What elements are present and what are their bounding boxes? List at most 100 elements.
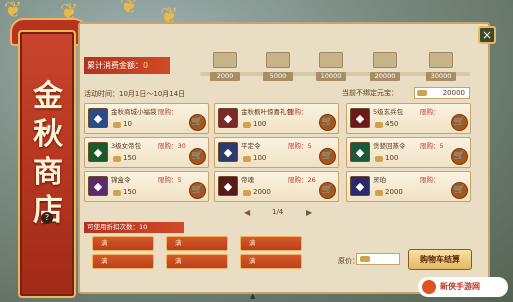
next-page-button[interactable]: ▶ xyxy=(306,208,312,217)
milestone-value: 20000 xyxy=(370,72,400,81)
shop-item[interactable]: ◆ 5级玄兵包 限购： 450 🛒 xyxy=(346,103,471,134)
help-icon[interactable]: ? xyxy=(41,212,53,224)
discount-label: 满 xyxy=(249,257,256,265)
cart-icon[interactable]: 🛒 xyxy=(319,182,336,199)
ingot-icon xyxy=(113,156,121,162)
item-limit: 限购：5 xyxy=(288,142,312,150)
shop-item[interactable]: ◆ 帝魂 限购：26 2000 🛒 xyxy=(214,171,339,202)
item-icon: ◆ xyxy=(218,108,238,128)
ingot-icon xyxy=(417,90,427,96)
item-limit: 限购：30 xyxy=(158,142,186,150)
item-price: 2000 xyxy=(385,188,403,196)
site-logo-icon xyxy=(422,280,436,294)
ingot-icon xyxy=(243,190,251,196)
shop-item[interactable]: ◆ 贪婪回蒸令 限购：5 100 🛒 xyxy=(346,137,471,168)
item-limit: 限购： xyxy=(158,108,178,116)
item-limit: 限购： xyxy=(420,108,440,116)
discount-label: 满 xyxy=(249,239,256,247)
item-icon: ◆ xyxy=(218,176,238,196)
shop-item[interactable]: ◆ 金秋枫叶惊喜礼包 限购： 100 🛒 xyxy=(214,103,339,134)
ingot-icon xyxy=(243,122,251,128)
discount-label: 满 xyxy=(175,239,182,247)
consume-value: 0 xyxy=(143,61,149,70)
item-icon: ◆ xyxy=(350,176,370,196)
gift-box-icon xyxy=(266,52,290,68)
milestone-value: 10000 xyxy=(316,72,346,81)
cart-icon[interactable]: 🛒 xyxy=(319,114,336,131)
shop-item[interactable]: ◆ 平定令 限购：5 100 🛒 xyxy=(214,137,339,168)
item-limit: 限购： xyxy=(420,176,440,184)
item-price: 100 xyxy=(253,154,267,162)
discount-button[interactable]: 满 xyxy=(240,254,302,269)
gift-box-icon xyxy=(319,52,343,68)
milestone-reward[interactable]: 10000 xyxy=(316,52,346,81)
item-limit: 限购：26 xyxy=(288,176,316,184)
discount-button[interactable]: 满 xyxy=(92,236,154,251)
cart-icon[interactable]: 🛒 xyxy=(319,148,336,165)
shop-item[interactable]: ◆ 金秋商城小福袋 限购： 10 🛒 xyxy=(84,103,209,134)
cart-icon[interactable]: 🛒 xyxy=(451,114,468,131)
drag-handle-icon[interactable]: ▲ xyxy=(250,292,258,300)
milestone-value: 2000 xyxy=(210,72,240,81)
item-icon: ◆ xyxy=(218,142,238,162)
item-icon: ◆ xyxy=(350,108,370,128)
milestone-reward[interactable]: 5000 xyxy=(263,52,293,81)
item-price: 100 xyxy=(253,120,267,128)
item-name: 5级玄兵包 xyxy=(373,108,404,116)
milestone-value: 5000 xyxy=(263,72,293,81)
pagination: ◀ 1/4 ▶ xyxy=(244,208,324,218)
cart-icon[interactable]: 🛒 xyxy=(189,182,206,199)
item-name: 贪婪回蒸令 xyxy=(373,142,406,150)
prev-page-button[interactable]: ◀ xyxy=(244,208,250,217)
discount-button[interactable]: 满 xyxy=(92,254,154,269)
discount-button[interactable]: 满 xyxy=(240,236,302,251)
milestone-reward[interactable]: 2000 xyxy=(210,52,240,81)
close-button[interactable]: × xyxy=(478,26,496,44)
discount-label: 满 xyxy=(101,257,108,265)
discount-button[interactable]: 满 xyxy=(166,236,228,251)
item-limit: 限购： xyxy=(288,108,308,116)
page-indicator: 1/4 xyxy=(272,208,284,216)
ingot-icon xyxy=(375,156,383,162)
item-price: 150 xyxy=(123,188,137,196)
item-price: 100 xyxy=(385,154,399,162)
cart-icon[interactable]: 🛒 xyxy=(189,114,206,131)
discount-count: 可使用折扣次数：10 xyxy=(84,222,184,233)
item-name: 3级女帝包 xyxy=(111,142,142,150)
gift-box-icon xyxy=(213,52,237,68)
item-price: 450 xyxy=(385,120,399,128)
cart-icon[interactable]: 🛒 xyxy=(189,148,206,165)
ingot-icon xyxy=(375,122,383,128)
shop-item[interactable]: ◆ 灵珀 限购： 2000 🛒 xyxy=(346,171,471,202)
shop-title: 金秋商店 xyxy=(33,79,63,228)
milestone-reward[interactable]: 20000 xyxy=(370,52,400,81)
item-name: 帝魂 xyxy=(241,176,254,184)
ingot-icon xyxy=(113,122,121,128)
watermark: 新侠手游网 xyxy=(418,277,508,297)
discount-button[interactable]: 满 xyxy=(166,254,228,269)
gift-box-icon xyxy=(429,52,453,68)
shop-item[interactable]: ◆ 3级女帝包 限购：30 150 🛒 xyxy=(84,137,209,168)
ginkgo-leaf-icon: ❦ xyxy=(120,0,139,19)
item-icon: ◆ xyxy=(88,142,108,162)
item-icon: ◆ xyxy=(88,176,108,196)
ingot-icon xyxy=(113,190,121,196)
balance-label: 当前不绑定元宝： xyxy=(342,89,398,97)
watermark-text: 新侠手游网 xyxy=(440,282,480,291)
cart-icon[interactable]: 🛒 xyxy=(451,182,468,199)
ingot-icon xyxy=(360,256,370,262)
gift-box-icon xyxy=(373,52,397,68)
consume-total: 累计消费金额：0 xyxy=(84,57,170,74)
cart-icon[interactable]: 🛒 xyxy=(451,148,468,165)
milestone-reward[interactable]: 30000 xyxy=(426,52,456,81)
ingot-icon xyxy=(243,156,251,162)
item-name: 锦盒令 xyxy=(111,176,131,184)
item-name: 灵珀 xyxy=(373,176,386,184)
cart-checkout-button[interactable]: 购物车结算 xyxy=(408,249,472,270)
event-time: 活动时间：10月1日～10月14日 xyxy=(84,90,186,98)
item-limit: 限购：5 xyxy=(158,176,182,184)
discount-label: 满 xyxy=(175,257,182,265)
info-row: 活动时间：10月1日～10月14日 当前不绑定元宝： 20000 xyxy=(84,87,472,101)
item-name: 平定令 xyxy=(241,142,261,150)
shop-item[interactable]: ◆ 锦盒令 限购：5 150 🛒 xyxy=(84,171,209,202)
